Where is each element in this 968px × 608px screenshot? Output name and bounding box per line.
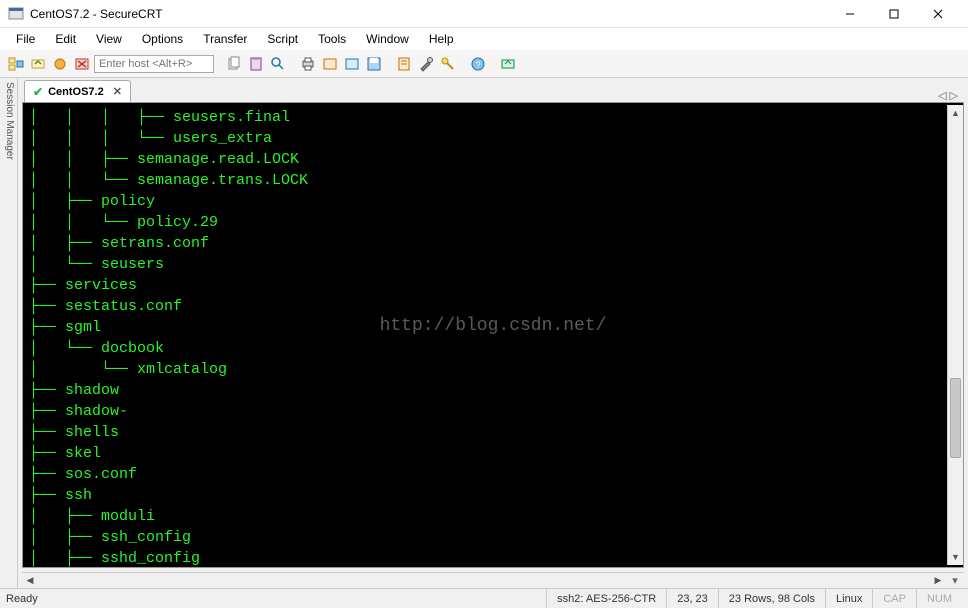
terminal-line: │ │ │ └── users_extra	[29, 128, 957, 149]
terminal-line: ├── shadow-	[29, 401, 957, 422]
scroll-left-icon[interactable]: ◀	[22, 573, 38, 588]
paste-icon[interactable]	[246, 54, 266, 74]
connected-icon: ✔	[33, 85, 43, 99]
terminal-line: │ ├── policy	[29, 191, 957, 212]
scroll-up-icon[interactable]: ▲	[948, 105, 963, 121]
terminal-line: │ │ ├── semanage.read.LOCK	[29, 149, 957, 170]
statusbar: Ready ssh2: AES-256-CTR 23, 23 23 Rows, …	[0, 588, 968, 608]
terminal-line: │ │ └── policy.29	[29, 212, 957, 233]
svg-text:?: ?	[475, 60, 480, 70]
new-session-icon[interactable]	[320, 54, 340, 74]
menu-window[interactable]: Window	[358, 30, 417, 48]
terminal-line: ├── shadow	[29, 380, 957, 401]
terminal-line: ├── ssh	[29, 485, 957, 506]
terminal-line: │ ├── setrans.conf	[29, 233, 957, 254]
terminal-line: ├── services	[29, 275, 957, 296]
status-caps: CAP	[872, 589, 916, 608]
terminal-line: ├── sestatus.conf	[29, 296, 957, 317]
menu-view[interactable]: View	[88, 30, 130, 48]
maximize-button[interactable]	[872, 0, 916, 28]
terminal-line: │ ├── ssh_config	[29, 527, 957, 548]
save-icon[interactable]	[364, 54, 384, 74]
terminal-line: │ │ │ ├── seusers.final	[29, 107, 957, 128]
menubar: File Edit View Options Transfer Script T…	[0, 28, 968, 50]
copy-icon[interactable]	[224, 54, 244, 74]
menu-edit[interactable]: Edit	[47, 30, 84, 48]
scroll-down-icon[interactable]: ▼	[948, 549, 963, 565]
terminal-line: ├── sos.conf	[29, 464, 957, 485]
vertical-scrollbar[interactable]: ▲ ▼	[947, 105, 963, 565]
terminal-line: │ └── docbook	[29, 338, 957, 359]
tab-next-button[interactable]: ▷	[950, 89, 958, 102]
tools-icon[interactable]	[416, 54, 436, 74]
scroll-right-icon[interactable]: ▶	[930, 573, 946, 588]
menu-help[interactable]: Help	[421, 30, 462, 48]
terminal-line: │ └── seusers	[29, 254, 957, 275]
terminal-line: ├── skel	[29, 443, 957, 464]
app-icon	[8, 6, 24, 22]
pane-menu-icon[interactable]: ▾	[946, 573, 964, 588]
menu-script[interactable]: Script	[259, 30, 306, 48]
host-input[interactable]	[94, 55, 214, 73]
find-icon[interactable]	[268, 54, 288, 74]
terminal-line: ├── sgml	[29, 317, 957, 338]
status-num: NUM	[916, 589, 962, 608]
disconnect-icon[interactable]	[72, 54, 92, 74]
terminal-line: │ ├── sshd_config	[29, 548, 957, 568]
horizontal-scrollbar[interactable]: ◀ ▶ ▾	[22, 572, 964, 588]
menu-file[interactable]: File	[8, 30, 43, 48]
terminal-line: │ │ └── semanage.trans.LOCK	[29, 170, 957, 191]
key-icon[interactable]	[438, 54, 458, 74]
terminal-line: ├── shells	[29, 422, 957, 443]
toolbar: ?	[0, 50, 968, 78]
sftp-icon[interactable]	[498, 54, 518, 74]
tab-close-icon[interactable]: ✕	[113, 85, 122, 98]
menu-tools[interactable]: Tools	[310, 30, 354, 48]
quick-connect-icon[interactable]	[28, 54, 48, 74]
session-manager-icon[interactable]	[6, 54, 26, 74]
terminal-line: │ ├── moduli	[29, 506, 957, 527]
status-ready: Ready	[6, 593, 38, 605]
menu-options[interactable]: Options	[134, 30, 191, 48]
script-icon[interactable]	[394, 54, 414, 74]
help-icon[interactable]: ?	[468, 54, 488, 74]
connect-icon[interactable]	[50, 54, 70, 74]
print-icon[interactable]	[298, 54, 318, 74]
status-os: Linux	[825, 589, 872, 608]
titlebar: CentOS7.2 - SecureCRT	[0, 0, 968, 28]
session-manager-sidebar[interactable]: Session Manager	[0, 78, 18, 588]
tabbar: ✔ CentOS7.2 ✕ ◁ ▷	[18, 78, 968, 102]
status-size: 23 Rows, 98 Cols	[718, 589, 825, 608]
terminal[interactable]: │ │ │ ├── seusers.final│ │ │ └── users_e…	[22, 102, 964, 568]
status-cipher: ssh2: AES-256-CTR	[546, 589, 666, 608]
tab-prev-button[interactable]: ◁	[938, 89, 946, 102]
tab-centos[interactable]: ✔ CentOS7.2 ✕	[24, 80, 131, 102]
tab-label: CentOS7.2	[48, 86, 104, 98]
scroll-thumb[interactable]	[950, 378, 961, 458]
terminal-line: │ └── xmlcatalog	[29, 359, 957, 380]
minimize-button[interactable]	[828, 0, 872, 28]
close-button[interactable]	[916, 0, 960, 28]
status-cursor: 23, 23	[666, 589, 718, 608]
menu-transfer[interactable]: Transfer	[195, 30, 255, 48]
window-title: CentOS7.2 - SecureCRT	[30, 7, 828, 21]
properties-icon[interactable]	[342, 54, 362, 74]
